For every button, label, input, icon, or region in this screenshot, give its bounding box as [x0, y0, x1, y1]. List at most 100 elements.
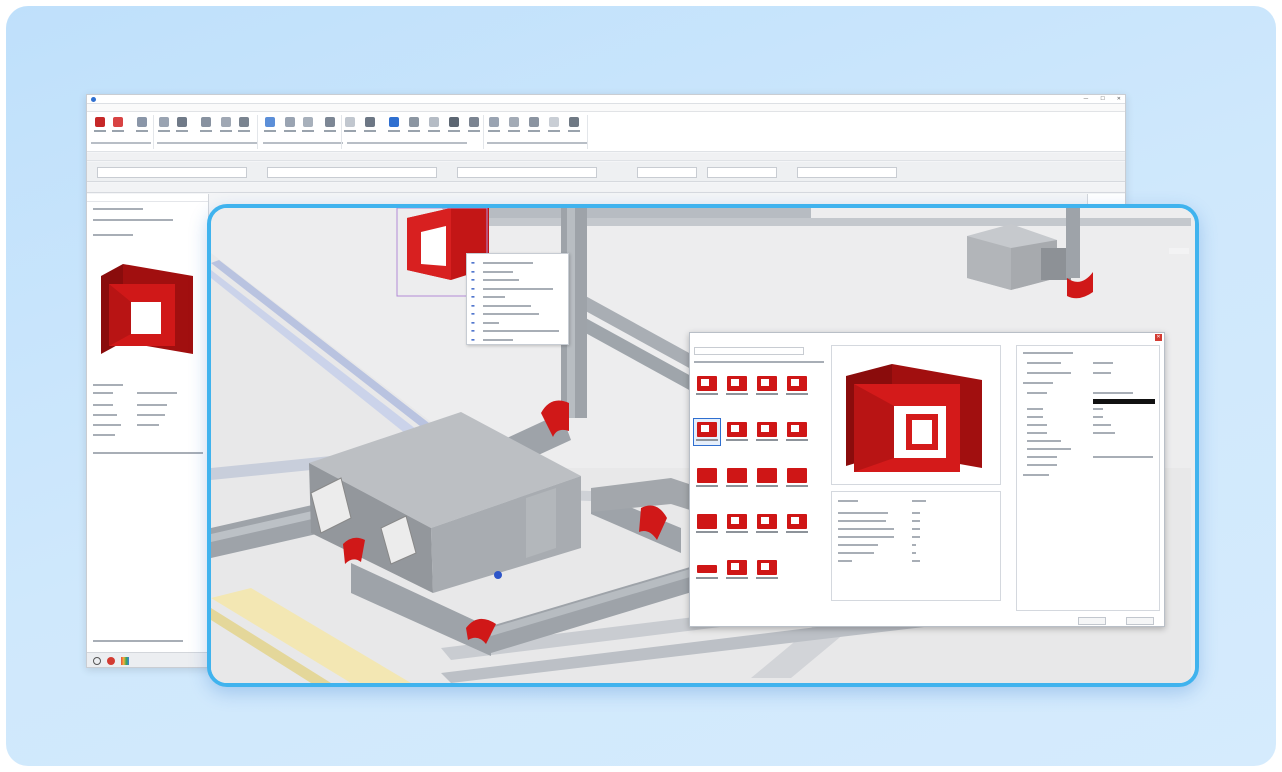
ribbon-button[interactable]	[157, 117, 171, 139]
prop-value-2[interactable]	[137, 392, 177, 394]
props-value[interactable]	[1093, 416, 1103, 418]
ribbon-button[interactable]	[407, 117, 421, 139]
fitting-tile[interactable]	[754, 557, 780, 583]
ribbon-button-label	[548, 130, 560, 132]
ribbon-button[interactable]	[263, 117, 277, 139]
ribbon-button[interactable]	[301, 117, 315, 139]
color-combo[interactable]	[457, 167, 597, 178]
ribbon-separator	[483, 115, 484, 149]
minimize-button[interactable]: —	[1083, 96, 1088, 102]
fitting-tile[interactable]	[724, 373, 750, 399]
ribbon-button[interactable]	[323, 117, 337, 139]
type-combo[interactable]	[267, 167, 437, 178]
fitting-tile[interactable]	[784, 419, 810, 445]
fitting-tile[interactable]	[754, 465, 780, 491]
props-label	[1027, 416, 1043, 418]
table-row[interactable]	[838, 528, 894, 530]
props-value[interactable]	[1093, 392, 1133, 394]
ribbon-button-icon	[201, 117, 211, 127]
ribbon-button[interactable]	[135, 117, 149, 139]
fitting-tile[interactable]	[754, 419, 780, 445]
prop-value-4[interactable]	[137, 414, 165, 416]
table-row[interactable]	[838, 536, 894, 538]
ribbon-button[interactable]	[283, 117, 297, 139]
prop-value-3[interactable]	[137, 404, 167, 406]
table-row-value	[912, 528, 920, 530]
props-value[interactable]	[1093, 432, 1115, 434]
settings-icon[interactable]	[93, 657, 101, 665]
props-value[interactable]	[1093, 362, 1113, 364]
table-row[interactable]	[838, 512, 888, 514]
props-label	[1027, 362, 1061, 364]
ribbon-button[interactable]	[111, 117, 125, 139]
fitting-tile[interactable]	[694, 465, 720, 491]
props-section-2	[1023, 382, 1053, 384]
table-row[interactable]	[838, 520, 886, 522]
fitting-tile[interactable]	[784, 465, 810, 491]
color-swatch[interactable]	[1093, 399, 1155, 404]
ribbon-button[interactable]	[93, 117, 107, 139]
fitting-tile[interactable]	[784, 511, 810, 537]
ribbon-button[interactable]	[467, 117, 481, 139]
props-value[interactable]	[1093, 408, 1103, 410]
library-tabs[interactable]	[694, 361, 824, 363]
window-controls: — ☐ ✕	[1083, 96, 1121, 102]
panel-tabs[interactable]	[93, 219, 173, 221]
props-label	[1027, 424, 1047, 426]
props-value[interactable]	[1093, 456, 1153, 458]
cancel-button[interactable]	[1126, 617, 1154, 625]
ribbon-button[interactable]	[567, 117, 581, 139]
ribbon-button[interactable]	[547, 117, 561, 139]
category-combo[interactable]	[694, 347, 804, 355]
table-row[interactable]	[838, 552, 874, 554]
ribbon-button[interactable]	[343, 117, 357, 139]
prop-value-5[interactable]	[137, 424, 159, 426]
record-icon[interactable]	[107, 657, 115, 665]
maximize-button[interactable]: ☐	[1100, 96, 1104, 102]
ribbon-button-label	[284, 130, 296, 132]
panel-bottom-tabs[interactable]	[93, 640, 183, 642]
tooltip-key-2: ▬	[471, 268, 475, 274]
lineweight-combo[interactable]	[707, 167, 777, 178]
ok-button[interactable]	[1078, 617, 1106, 625]
ribbon-button[interactable]	[427, 117, 441, 139]
ribbon-tab-row	[87, 104, 1125, 112]
ribbon-button[interactable]	[487, 117, 501, 139]
fitting-tile[interactable]	[694, 373, 720, 399]
fitting-tile[interactable]	[724, 419, 750, 445]
ribbon-button-label	[344, 130, 356, 132]
ribbon-button[interactable]	[219, 117, 233, 139]
table-row[interactable]	[838, 560, 852, 562]
fitting-tile[interactable]	[754, 373, 780, 399]
fitting-tile[interactable]	[724, 511, 750, 537]
fitting-tile[interactable]	[784, 373, 810, 399]
ribbon-separator	[341, 115, 342, 149]
fitting-tile[interactable]	[694, 557, 720, 583]
ribbon-button[interactable]	[363, 117, 377, 139]
table-row[interactable]	[838, 544, 878, 546]
props-value[interactable]	[1093, 372, 1111, 374]
fitting-tile-selected[interactable]	[693, 418, 721, 446]
fitting-tile[interactable]	[754, 511, 780, 537]
props-section-3	[1023, 474, 1049, 476]
fitting-tile[interactable]	[724, 557, 750, 583]
ribbon-button-icon	[409, 117, 419, 127]
fitting-tile[interactable]	[694, 511, 720, 537]
panel-combo[interactable]	[93, 208, 143, 210]
props-value[interactable]	[1093, 424, 1111, 426]
dialog-close-button[interactable]: ✕	[1155, 334, 1162, 341]
ribbon-button[interactable]	[237, 117, 251, 139]
close-window-button[interactable]: ✕	[1117, 96, 1121, 102]
color-icon[interactable]	[121, 657, 129, 665]
ribbon-button[interactable]	[507, 117, 521, 139]
fitting-tile[interactable]	[724, 465, 750, 491]
ribbon-button[interactable]	[387, 117, 401, 139]
ribbon-button-label	[200, 130, 212, 132]
ribbon-button[interactable]	[199, 117, 213, 139]
ribbon-button[interactable]	[175, 117, 189, 139]
layer-combo[interactable]	[97, 167, 247, 178]
ribbon-button[interactable]	[527, 117, 541, 139]
ribbon-button[interactable]	[447, 117, 461, 139]
linetype-combo[interactable]	[637, 167, 697, 178]
plot-style-combo[interactable]	[797, 167, 897, 178]
